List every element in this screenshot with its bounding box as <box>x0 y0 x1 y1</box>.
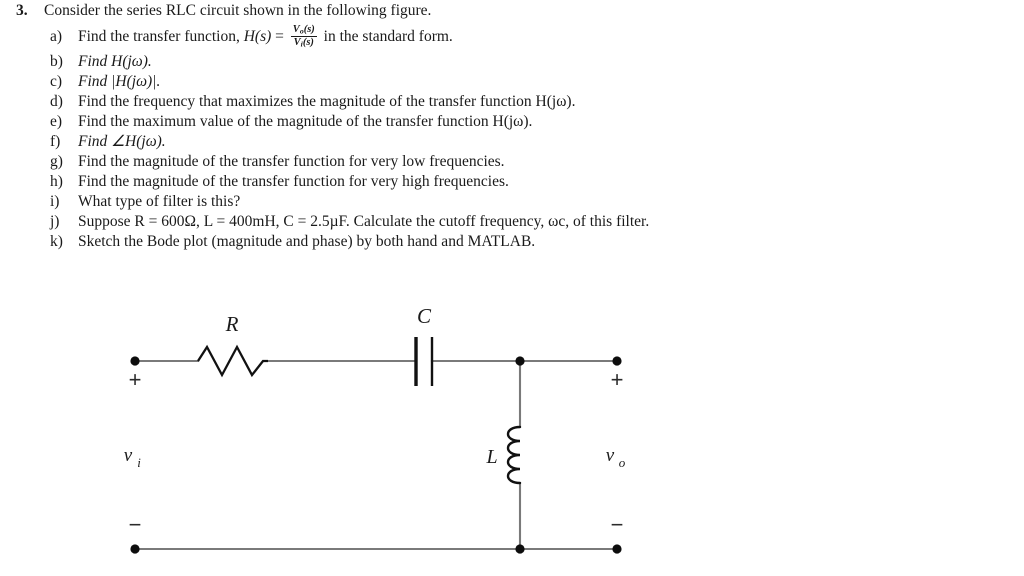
resistor-label: R <box>225 312 239 336</box>
fraction-denominator: Vi(s) <box>290 35 317 49</box>
inductor-label: L <box>485 446 497 468</box>
output-voltage-label: v o <box>606 445 626 470</box>
denominator-argument: (s) <box>302 36 314 48</box>
part-h-text: Find the magnitude of the transfer funct… <box>78 173 509 190</box>
numerator-argument: (s) <box>303 23 315 35</box>
problem-statement-row: 3. Consider the series RLC circuit shown… <box>0 0 1024 22</box>
part-a-row: a) Find the transfer function, H(s) = Vo… <box>0 22 1024 52</box>
part-h-marker: h) <box>50 173 63 190</box>
input-voltage-label: v i <box>124 445 141 470</box>
part-c-marker: c) <box>50 73 63 90</box>
inductor-symbol <box>506 425 522 485</box>
input-voltage-symbol: v <box>124 445 133 466</box>
node-dot-group <box>130 356 622 554</box>
terminal-dot-input-top <box>130 356 140 366</box>
part-d-text: Find the frequency that maximizes the ma… <box>78 93 576 110</box>
part-a-transfer-function-symbol: H(s) <box>243 28 272 45</box>
capacitor-label: C <box>417 304 432 328</box>
part-a-equals: = <box>271 28 288 45</box>
numerator-symbol: V <box>292 23 300 35</box>
part-g-row: g) Find the magnitude of the transfer fu… <box>0 152 1024 172</box>
part-c-row: c) Find |H(jω)|. <box>0 72 1024 92</box>
junction-dot-top <box>515 356 525 366</box>
part-f-marker: f) <box>50 133 61 150</box>
part-b-text: Find H(jω). <box>78 53 152 70</box>
input-negative-sign: − <box>129 512 142 537</box>
part-a-text-before: Find the transfer function, <box>78 28 244 45</box>
part-a-text: Find the transfer function, H(s) = Vo(s)… <box>78 22 453 52</box>
part-e-marker: e) <box>50 113 63 130</box>
terminal-dot-input-bottom <box>130 544 140 554</box>
part-k-text: Sketch the Bode plot (magnitude and phas… <box>78 233 536 250</box>
part-d-row: d) Find the frequency that maximizes the… <box>0 92 1024 112</box>
terminal-dot-output-bottom <box>612 544 622 554</box>
part-e-row: e) Find the maximum value of the magnitu… <box>0 112 1024 132</box>
capacitor-symbol <box>414 337 434 386</box>
part-j-marker: j) <box>50 213 60 230</box>
circuit-diagram: R C L + + − − v i v o <box>0 296 1024 576</box>
part-h-row: h) Find the magnitude of the transfer fu… <box>0 172 1024 192</box>
part-a-text-after: in the standard form. <box>319 28 453 45</box>
part-a-marker: a) <box>50 28 63 45</box>
part-e-text: Find the maximum value of the magnitude … <box>78 113 533 130</box>
problem-number: 3. <box>16 2 28 19</box>
part-b-marker: b) <box>50 53 63 70</box>
part-i-marker: i) <box>50 193 60 210</box>
part-j-text: Suppose R = 600Ω, L = 400mH, C = 2.5µF. … <box>78 213 650 230</box>
part-i-row: i) What type of filter is this? <box>0 192 1024 212</box>
output-negative-sign: − <box>611 512 624 537</box>
resistor-symbol <box>197 344 268 378</box>
wire-group <box>133 359 619 551</box>
part-c-text: Find |H(jω)|. <box>78 73 161 90</box>
problem-text-block: 3. Consider the series RLC circuit shown… <box>0 0 1024 252</box>
problem-statement: Consider the series RLC circuit shown in… <box>44 2 432 19</box>
junction-dot-bottom <box>515 544 525 554</box>
part-i-text: What type of filter is this? <box>78 193 241 210</box>
fraction-numerator: Vo(s) <box>291 24 317 36</box>
terminal-dot-output-top <box>612 356 622 366</box>
part-k-row: k) Sketch the Bode plot (magnitude and p… <box>0 232 1024 252</box>
input-voltage-subscript: i <box>137 455 141 470</box>
input-positive-sign: + <box>129 367 142 392</box>
part-d-marker: d) <box>50 93 63 110</box>
denominator-symbol: V <box>293 36 301 48</box>
output-voltage-symbol: v <box>606 445 615 466</box>
part-g-marker: g) <box>50 153 63 170</box>
output-positive-sign: + <box>611 367 624 392</box>
part-g-text: Find the magnitude of the transfer funct… <box>78 153 505 170</box>
part-b-row: b) Find H(jω). <box>0 52 1024 72</box>
transfer-function-fraction: Vo(s) Vi(s) <box>290 24 317 49</box>
part-k-marker: k) <box>50 233 63 250</box>
part-f-row: f) Find ∠H(jω). <box>0 132 1024 152</box>
output-voltage-subscript: o <box>619 455 626 470</box>
part-f-text: Find ∠H(jω). <box>78 133 166 150</box>
part-j-row: j) Suppose R = 600Ω, L = 400mH, C = 2.5µ… <box>0 212 1024 232</box>
